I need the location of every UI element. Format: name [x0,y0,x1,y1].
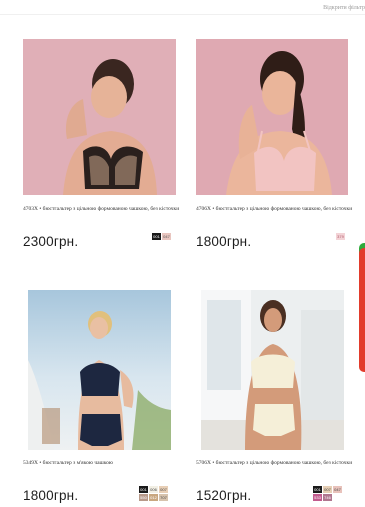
color-swatch[interactable]: 001 [139,486,148,493]
swatch-row: 001 006 007 [139,486,168,493]
product-image [23,39,176,195]
color-swatch[interactable]: 007 [323,486,332,493]
product-photo[interactable] [196,39,348,195]
top-bar: Відкрити фільтр [0,0,365,15]
product-card[interactable]: 5706X • бюстгальтер з цільною формованою… [196,290,354,503]
color-swatch[interactable]: 379 [336,233,345,240]
color-swatch[interactable]: 550 [139,494,148,501]
product-photo[interactable] [28,290,171,450]
product-image [28,290,171,450]
product-description[interactable]: 5706X • бюстгальтер з цільною формованою… [196,460,354,466]
color-swatch[interactable]: 007 [159,486,168,493]
product-image [201,290,344,450]
swatch-row: 001 007 047 [313,486,342,493]
color-swatches: 001 006 007 550 012 707 [139,486,168,501]
swatch-row: 533 746 [313,494,342,501]
color-swatch[interactable]: 001 [313,486,322,493]
color-swatch[interactable]: 047 [162,233,171,240]
color-swatch[interactable]: 047 [333,486,342,493]
color-swatch[interactable]: 006 [149,486,158,493]
product-description[interactable]: 4706X • бюстгальтер з цільною формованою… [196,206,354,212]
swatch-row: 379 [336,233,345,240]
product-image [196,39,348,195]
color-swatches: 001 007 047 533 746 [313,486,342,501]
product-photo[interactable] [201,290,344,450]
product-price: 1800грн. [23,488,79,503]
product-description[interactable]: 5349X • бюстгальтер з м'якою чашкою [23,460,181,466]
product-card[interactable]: 5349X • бюстгальтер з м'якою чашкою 1800… [23,290,177,503]
product-photo[interactable] [23,39,176,195]
product-price: 1800грн. [196,234,252,249]
color-swatch[interactable]: 707 [159,494,168,501]
color-swatches: 001 047 [152,233,171,240]
swatch-row: 001 047 [152,233,171,240]
color-swatch[interactable]: 533 [313,494,322,501]
product-price: 2300грн. [23,234,79,249]
swatch-row: 550 012 707 [139,494,168,501]
product-listing-page: Відкрити фільтр 4703X • бюстгальтер з ці… [0,0,365,507]
product-card[interactable]: 4706X • бюстгальтер з цільною формованою… [196,39,354,257]
color-swatch[interactable]: 012 [149,494,158,501]
color-swatch[interactable]: 001 [152,233,161,240]
color-swatches: 379 [336,233,345,240]
color-swatch[interactable]: 746 [323,494,332,501]
product-card[interactable]: 4703X • бюстгальтер з цільною формованою… [23,39,179,257]
side-feedback-tab[interactable] [359,248,365,372]
product-description[interactable]: 4703X • бюстгальтер з цільною формованою… [23,206,181,212]
product-price: 1520грн. [196,488,252,503]
open-filter-link[interactable]: Відкрити фільтр [323,5,365,11]
